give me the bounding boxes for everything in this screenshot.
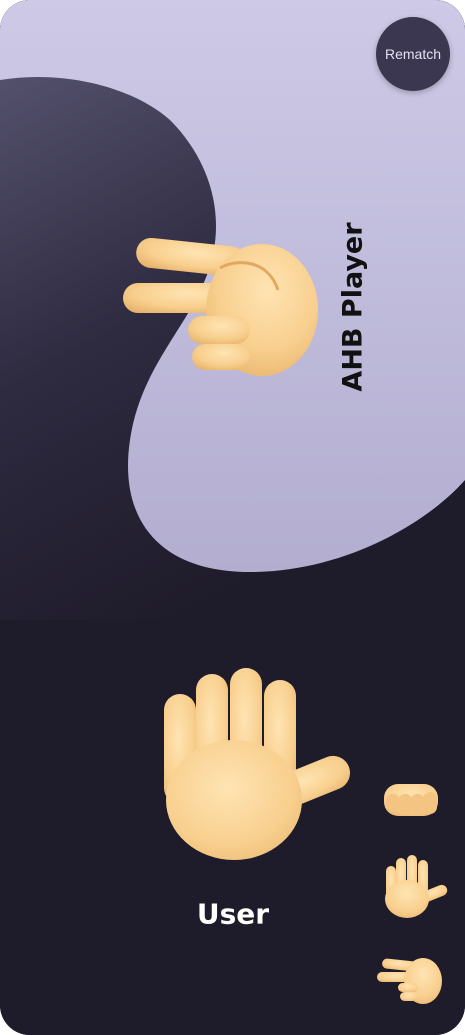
user-name: User <box>196 897 270 931</box>
rematch-button[interactable]: Rematch <box>376 17 450 91</box>
opponent-name: AHB Player <box>337 222 369 392</box>
scissors-choice-icon[interactable] <box>376 956 442 1006</box>
rock-choice-icon[interactable] <box>382 780 440 820</box>
user-paper-hand-icon <box>164 668 351 860</box>
paper-choice-icon[interactable] <box>384 854 448 919</box>
opponent-scissors-hand-icon <box>123 238 318 376</box>
game-screen: Rematch AHB Player User <box>0 0 465 1035</box>
